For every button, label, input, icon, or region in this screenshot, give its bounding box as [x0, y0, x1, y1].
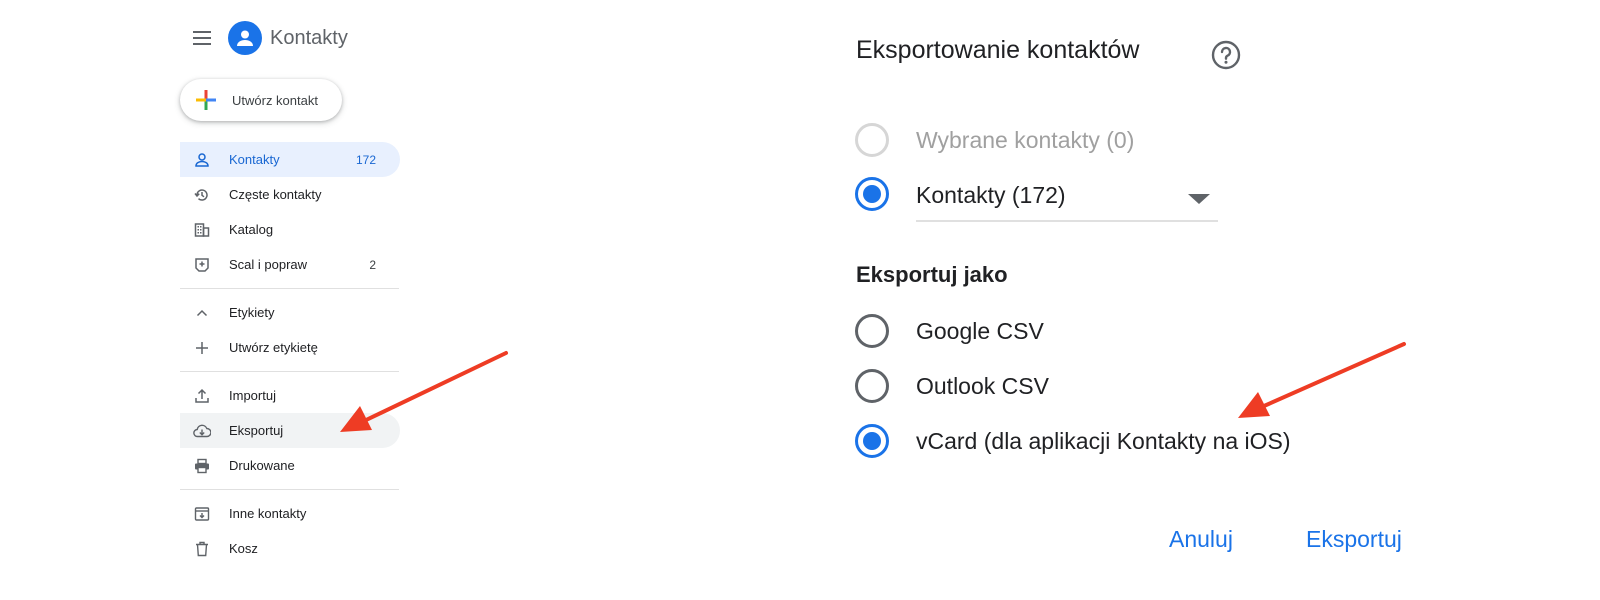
- app-header: Kontakty: [190, 18, 348, 58]
- sidebar-item-label: Częste kontakty: [229, 187, 322, 202]
- dropdown-arrow-icon: [1188, 194, 1210, 204]
- export-as-heading: Eksportuj jako: [856, 262, 1008, 287]
- merge-icon: [193, 256, 211, 274]
- contacts-label-select[interactable]: Kontakty (172): [916, 170, 1218, 222]
- sidebar-item-directory[interactable]: Katalog: [180, 212, 400, 247]
- export-button[interactable]: Eksportuj: [1306, 526, 1402, 553]
- radio-button[interactable]: [855, 177, 889, 211]
- radio-google-csv[interactable]: Google CSV: [855, 314, 1044, 348]
- create-contact-label: Utwórz kontakt: [232, 92, 318, 108]
- radio-button[interactable]: [855, 123, 889, 157]
- menu-icon[interactable]: [190, 26, 214, 50]
- plus-icon: [193, 339, 211, 357]
- archive-icon: [193, 505, 211, 523]
- sidebar-item-count: 172: [355, 152, 376, 167]
- help-icon[interactable]: [1211, 40, 1241, 70]
- app-title[interactable]: Kontakty: [270, 27, 348, 50]
- sidebar-item-label: Etykiety: [229, 305, 275, 320]
- radio-all-contacts[interactable]: [855, 177, 916, 211]
- sidebar-item-label: Inne kontakty: [229, 506, 307, 521]
- sidebar-item-other-contacts[interactable]: Inne kontakty: [180, 496, 400, 531]
- radio-outlook-csv[interactable]: Outlook CSV: [855, 369, 1049, 403]
- trash-icon: [193, 540, 211, 558]
- printer-icon: [193, 457, 211, 475]
- sidebar-item-labels[interactable]: Etykiety: [180, 295, 400, 330]
- cancel-button[interactable]: Anuluj: [1169, 526, 1233, 553]
- radio-button[interactable]: [855, 424, 889, 458]
- sidebar-item-count: 2: [369, 257, 376, 272]
- building-icon: [193, 221, 211, 239]
- radio-label: vCard (dla aplikacji Kontakty na iOS): [916, 427, 1291, 454]
- chevron-up-icon: [193, 304, 211, 322]
- sidebar-item-contacts[interactable]: Kontakty 172: [180, 142, 400, 177]
- person-icon: [193, 151, 211, 169]
- contacts-logo-icon[interactable]: [228, 21, 262, 55]
- sidebar-item-label: Katalog: [229, 222, 274, 237]
- divider: [180, 489, 399, 490]
- sidebar-item-label: Drukowane: [229, 458, 295, 473]
- radio-label: Wybrane kontakty (0): [916, 126, 1135, 153]
- plus-icon: [196, 90, 216, 110]
- annotation-arrow-left: [340, 351, 508, 432]
- dialog-title: Eksportowanie kontaktów: [856, 36, 1140, 64]
- sidebar-item-frequent[interactable]: Częste kontakty: [180, 177, 400, 212]
- radio-button[interactable]: [855, 314, 889, 348]
- radio-button[interactable]: [855, 369, 889, 403]
- radio-label: Outlook CSV: [916, 372, 1049, 399]
- sidebar-item-trash[interactable]: Kosz: [180, 531, 400, 566]
- sidebar-item-print[interactable]: Drukowane: [180, 448, 400, 483]
- sidebar-item-label: Kontakty: [229, 152, 280, 167]
- sidebar-item-label: Kosz: [229, 541, 258, 556]
- sidebar-item-label: Scal i popraw: [229, 257, 308, 272]
- upload-icon: [193, 387, 211, 405]
- select-value: Kontakty (172): [916, 182, 1066, 208]
- history-icon: [193, 186, 211, 204]
- radio-selected-contacts[interactable]: Wybrane kontakty (0): [855, 123, 1134, 157]
- create-contact-button[interactable]: Utwórz kontakt: [180, 79, 342, 121]
- radio-vcard[interactable]: vCard (dla aplikacji Kontakty na iOS): [855, 424, 1291, 458]
- radio-label: Google CSV: [916, 317, 1044, 344]
- divider: [180, 288, 399, 289]
- sidebar-item-merge-fix[interactable]: Scal i popraw 2: [180, 247, 400, 282]
- annotation-arrow-right: [1238, 342, 1406, 418]
- cloud-download-icon: [193, 422, 211, 440]
